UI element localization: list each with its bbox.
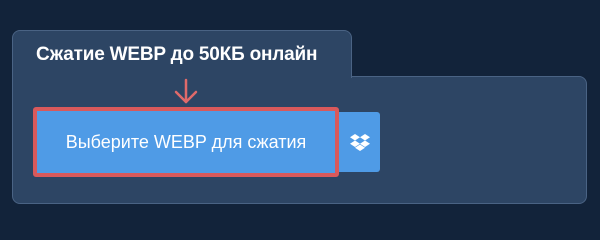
choose-webp-button[interactable]: Выберите WEBP для сжатия (37, 111, 335, 173)
dropbox-button[interactable] (339, 112, 380, 172)
dropbox-icon (349, 134, 370, 151)
choose-file-highlight: Выберите WEBP для сжатия (33, 107, 339, 177)
widget-title: Сжатие WEBP до 50КБ онлайн (36, 44, 318, 65)
arrow-down-icon (174, 78, 198, 104)
